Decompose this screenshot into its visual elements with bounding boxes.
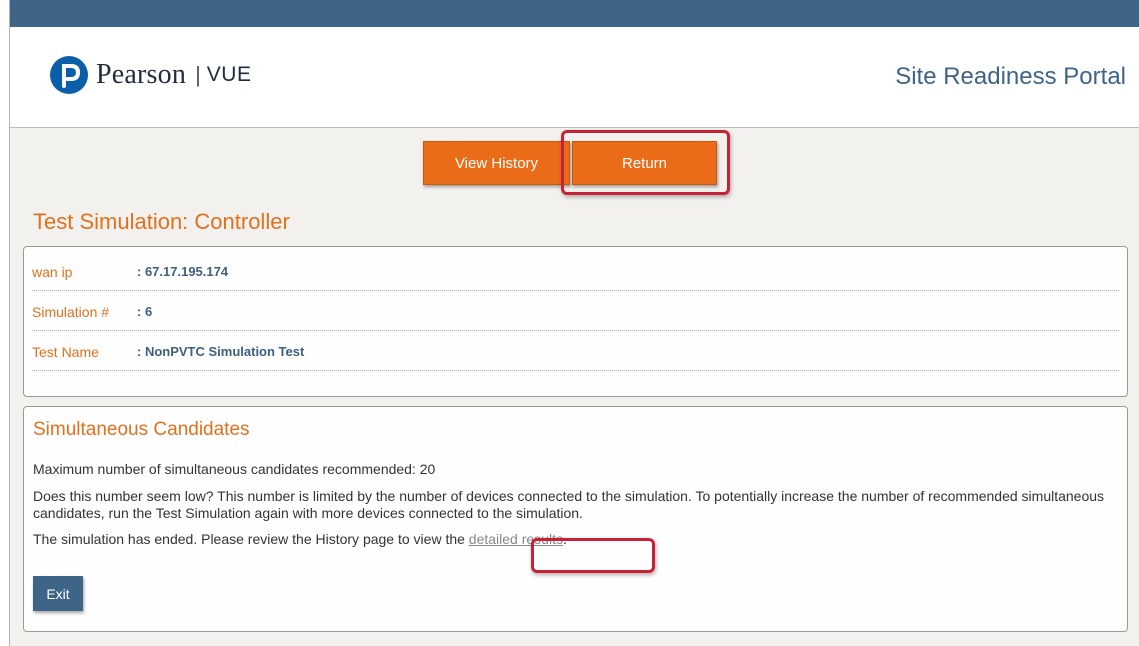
logo-vue: VUE — [206, 63, 252, 86]
low-number-explanation: Does this number seem low? This number i… — [33, 488, 1105, 521]
info-label: Test Name — [32, 344, 99, 360]
top-bar — [10, 0, 1139, 27]
pearson-vue-logo[interactable]: Pearson | VUE — [50, 55, 251, 95]
detailed-results-highlight — [531, 538, 655, 573]
header: Pearson | VUE Site Readiness Portal — [10, 27, 1139, 128]
max-candidates-text: Maximum number of simultaneous candidate… — [33, 461, 436, 477]
info-value: : 6 — [137, 304, 153, 319]
info-value: : NonPVTC Simulation Test — [137, 344, 305, 359]
pearson-p-icon — [50, 56, 88, 94]
info-value: : 67.17.195.174 — [137, 264, 229, 279]
info-row-wan-ip: wan ip : 67.17.195.174 — [32, 251, 1119, 291]
logo-separator: | — [195, 62, 201, 87]
return-button-highlight — [561, 130, 730, 195]
info-label: Simulation # — [32, 304, 110, 320]
exit-button[interactable]: Exit — [33, 576, 83, 611]
portal-title: Site Readiness Portal — [895, 63, 1126, 90]
simulation-info-panel: wan ip : 67.17.195.174 Simulation # : 6 … — [23, 246, 1128, 397]
simultaneous-candidates-panel: Simultaneous Candidates Maximum number o… — [23, 406, 1128, 632]
candidates-title: Simultaneous Candidates — [33, 419, 250, 440]
simulation-ended-message: The simulation has ended. Please review … — [33, 531, 469, 547]
logo-wordmark: Pearson — [96, 59, 187, 90]
info-row-simulation-number: Simulation # : 6 — [32, 291, 1119, 331]
info-row-test-name: Test Name : NonPVTC Simulation Test — [32, 331, 1119, 371]
page-title: Test Simulation: Controller — [33, 209, 290, 234]
info-label: wan ip — [32, 264, 73, 280]
view-history-button[interactable]: View History — [423, 141, 570, 185]
